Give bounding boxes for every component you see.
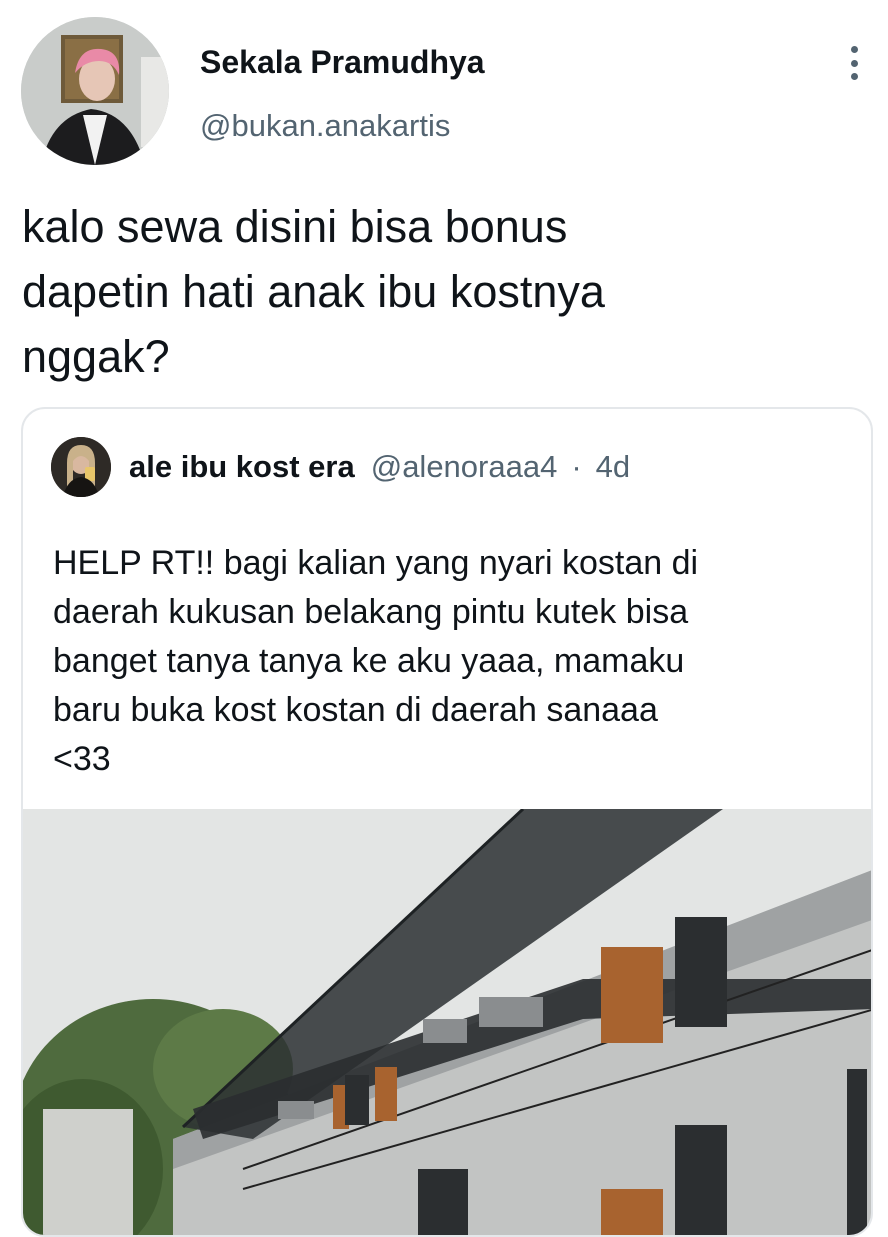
quoted-header: ale ibu kost era @alenoraaa4 · 4d: [129, 449, 630, 485]
more-dot: [850, 46, 858, 53]
author-handle[interactable]: @bukan.anakartis: [200, 108, 450, 144]
quoted-media-image[interactable]: [23, 809, 871, 1235]
quoted-tweet-card[interactable]: ale ibu kost era @alenoraaa4 · 4d HELP R…: [21, 407, 873, 1237]
more-dot: [850, 59, 858, 67]
quoted-avatar-photo: [51, 437, 111, 497]
separator-dot: ·: [571, 449, 582, 484]
quoted-author-avatar[interactable]: [51, 437, 111, 497]
quoted-author-handle[interactable]: @alenoraaa4: [371, 449, 558, 485]
more-vertical-icon[interactable]: [836, 42, 872, 84]
quoted-tweet-text: HELP RT!! bagi kalian yang nyari kostan …: [53, 544, 699, 778]
quoted-timestamp[interactable]: 4d: [596, 449, 630, 485]
avatar-photo: [21, 17, 169, 165]
tweet-text: kalo sewa disini bisa bonus dapetin hati…: [22, 201, 605, 382]
author-name[interactable]: Sekala Pramudhya: [200, 44, 485, 81]
quoted-author-name[interactable]: ale ibu kost era: [129, 449, 355, 485]
building-photo: [23, 809, 871, 1235]
author-avatar[interactable]: [21, 17, 169, 165]
more-dot: [850, 73, 858, 80]
